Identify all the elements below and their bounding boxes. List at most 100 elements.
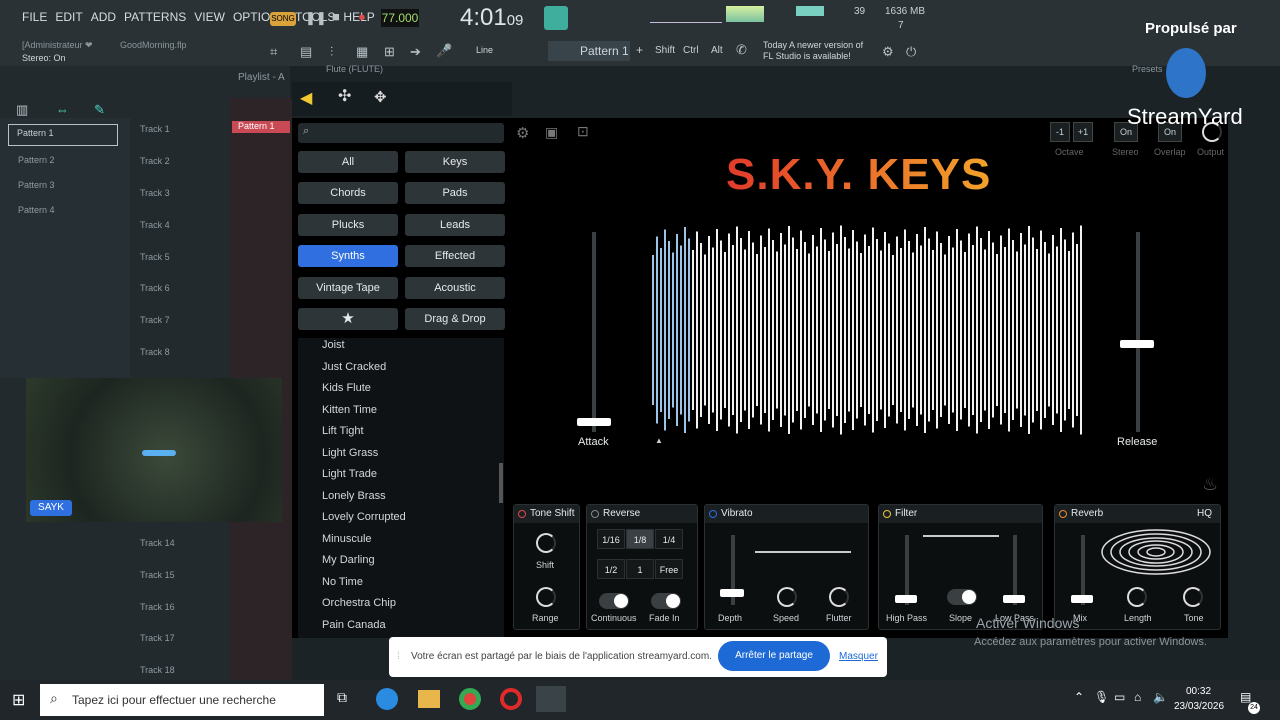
octave-down-button[interactable]: -1 xyxy=(1050,122,1070,142)
pattern-selector[interactable]: Pattern 1 xyxy=(548,41,630,61)
mix-slider[interactable] xyxy=(1071,595,1093,603)
gear-icon[interactable]: ⚙ xyxy=(516,124,529,142)
preset-search[interactable] xyxy=(298,123,504,143)
track-label[interactable]: Track 8 xyxy=(140,347,230,373)
category-chords[interactable]: Chords xyxy=(298,182,398,204)
fl-studio-taskbar-icon[interactable] xyxy=(536,686,566,712)
microphone-icon[interactable]: 🎤 xyxy=(436,43,452,59)
volume-icon[interactable]: 🔈 xyxy=(1153,690,1168,704)
depth-slider[interactable] xyxy=(720,589,744,597)
pattern-item[interactable]: Pattern 1 xyxy=(8,124,118,146)
hq-label[interactable]: HQ xyxy=(1197,505,1212,523)
track-label[interactable]: Track 5 xyxy=(140,252,230,278)
slope-toggle[interactable] xyxy=(947,589,977,605)
pencil-icon[interactable]: ✎ xyxy=(94,102,105,118)
range-knob[interactable] xyxy=(536,587,556,607)
category-pads[interactable]: Pads xyxy=(405,182,505,204)
preset-item[interactable]: Just Cracked xyxy=(322,361,386,373)
length-knob[interactable] xyxy=(1127,587,1147,607)
preset-item[interactable]: Lovely Corrupted xyxy=(322,511,406,523)
stop-icon[interactable]: ■ xyxy=(332,9,340,24)
menu-file[interactable]: FILE xyxy=(22,10,47,24)
favorites-star-icon[interactable]: ★ xyxy=(298,308,398,330)
speed-knob[interactable] xyxy=(777,587,797,607)
song-mode-badge[interactable]: SONG xyxy=(270,12,296,26)
preset-item[interactable]: Joist xyxy=(322,339,345,351)
preset-item[interactable]: Light Grass xyxy=(322,447,378,459)
reverse-free[interactable]: Free xyxy=(655,559,683,579)
track-label[interactable]: Track 3 xyxy=(140,188,230,214)
continuous-toggle[interactable] xyxy=(599,593,629,609)
drag-handle-icon[interactable]: ⁞ xyxy=(397,651,400,662)
track-label[interactable]: Track 4 xyxy=(140,220,230,246)
power-icon[interactable]: ⏻ xyxy=(906,44,916,60)
flame-icon[interactable]: ♨ xyxy=(1202,474,1218,495)
track-label[interactable]: Track 17 xyxy=(140,633,230,659)
category-all[interactable]: All xyxy=(298,151,398,173)
ctrl-key[interactable]: Ctrl xyxy=(683,45,699,56)
notification-icon[interactable]: ▤ xyxy=(1240,690,1251,704)
category-vintage-tape[interactable]: Vintage Tape xyxy=(298,277,398,299)
low-pass-slider[interactable] xyxy=(1003,595,1025,603)
fade-in-toggle[interactable] xyxy=(651,593,681,609)
track-label[interactable]: Track 6 xyxy=(140,283,230,309)
flutter-knob[interactable] xyxy=(829,587,849,607)
reverse-1-2[interactable]: 1/2 xyxy=(597,559,625,579)
track-label[interactable]: Track 2 xyxy=(140,156,230,182)
playlist-tool-icon[interactable]: ⇔ xyxy=(56,102,69,117)
file-explorer-icon[interactable] xyxy=(418,690,440,708)
taskbar-search[interactable]: Tapez ici pour effectuer une recherche xyxy=(40,684,324,716)
pattern-item[interactable]: Pattern 3 xyxy=(18,180,55,190)
stop-sharing-button[interactable]: Arrêter le partage xyxy=(718,641,830,671)
microphone-tray-icon[interactable]: 🎙 xyxy=(1094,690,1109,704)
pattern-clip[interactable]: Pattern 1 xyxy=(232,121,290,133)
category-plucks[interactable]: Plucks xyxy=(298,214,398,236)
track-label[interactable]: Track 7 xyxy=(140,315,230,341)
piano-roll-icon[interactable]: ▦ xyxy=(356,44,368,60)
channel-rack-icon[interactable]: ▤ xyxy=(300,44,312,60)
master-volume[interactable] xyxy=(796,6,824,16)
chrome-icon[interactable] xyxy=(459,688,481,710)
category-leads[interactable]: Leads xyxy=(405,214,505,236)
category-effected[interactable]: Effected xyxy=(405,245,505,267)
track-label[interactable]: Track 15 xyxy=(140,570,230,596)
menu-edit[interactable]: EDIT xyxy=(55,10,82,24)
speaker-icon[interactable]: ◀ xyxy=(300,88,312,108)
preset-item[interactable]: Minuscule xyxy=(322,533,372,545)
windows-start-icon[interactable]: ⊞ xyxy=(12,690,25,710)
menu-add[interactable]: ADD xyxy=(91,10,116,24)
start-marker-icon[interactable]: ▲ xyxy=(655,436,663,445)
category-synths[interactable]: Synths xyxy=(298,245,398,267)
release-slider[interactable] xyxy=(1120,340,1154,348)
reverse-1-4[interactable]: 1/4 xyxy=(655,529,683,549)
network-icon[interactable]: ⌂ xyxy=(1134,690,1141,704)
track-label[interactable]: Track 1 xyxy=(140,124,230,150)
track-label[interactable]: Track 14 xyxy=(140,538,230,564)
clock-time[interactable]: 00:32 xyxy=(1186,686,1211,697)
pattern-item[interactable]: Pattern 2 xyxy=(18,155,55,165)
attack-slider[interactable] xyxy=(577,418,611,426)
alt-key[interactable]: Alt xyxy=(711,45,723,56)
reverse-1[interactable]: 1 xyxy=(626,559,654,579)
category-acoustic[interactable]: Acoustic xyxy=(405,277,505,299)
news-icon[interactable]: ✆ xyxy=(736,42,747,58)
plugin-icon[interactable]: ⊞ xyxy=(384,44,395,60)
preset-item[interactable]: Kitten Time xyxy=(322,404,377,416)
hide-link[interactable]: Masquer xyxy=(839,651,878,662)
add-pattern-icon[interactable]: + xyxy=(636,43,643,57)
list-scrollbar[interactable] xyxy=(499,463,503,503)
reverse-1-8[interactable]: 1/8 xyxy=(626,529,654,549)
tempo-display[interactable]: 77.000 xyxy=(381,9,419,27)
news-panel[interactable]: Today A newer version of FL Studio is av… xyxy=(763,40,873,62)
opera-icon[interactable] xyxy=(500,688,522,710)
cpu-icon[interactable]: ⚙ xyxy=(882,44,894,60)
shift-knob[interactable] xyxy=(536,533,556,553)
reverse-1-16[interactable]: 1/16 xyxy=(597,529,625,549)
battery-icon[interactable]: ▭ xyxy=(1114,690,1125,704)
menu-view[interactable]: VIEW xyxy=(194,10,225,24)
wrench-icon[interactable]: ✥ xyxy=(374,88,387,106)
preset-item[interactable]: Lift Tight xyxy=(322,425,364,437)
preset-item[interactable]: No Time xyxy=(322,576,363,588)
pattern-item[interactable]: Pattern 4 xyxy=(18,205,55,215)
category-keys[interactable]: Keys xyxy=(405,151,505,173)
